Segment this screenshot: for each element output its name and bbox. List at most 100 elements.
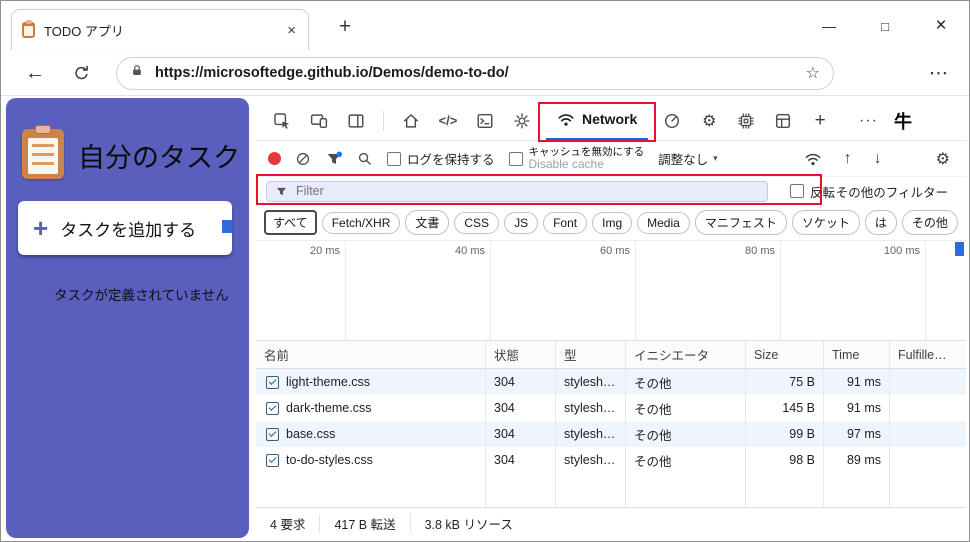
type-cell[interactable]: stylesh… bbox=[556, 369, 626, 395]
filter-toggle-icon[interactable] bbox=[325, 150, 343, 168]
tab-network[interactable]: Network bbox=[546, 101, 649, 141]
titlebar: TODO アプリ × + — □ × bbox=[1, 1, 969, 51]
fulfilled-cell[interactable] bbox=[890, 447, 966, 473]
filter-chip[interactable]: Img bbox=[592, 211, 633, 234]
elements-code-icon[interactable]: </> bbox=[432, 101, 464, 141]
add-task-button[interactable]: + タスクを追加する bbox=[18, 201, 232, 255]
filter-chip[interactable]: その他 bbox=[901, 210, 958, 235]
time-cell[interactable]: 89 ms bbox=[824, 447, 890, 473]
time-cell[interactable]: 97 ms bbox=[824, 421, 890, 447]
initiator-cell[interactable]: その他 bbox=[626, 421, 746, 447]
column-header[interactable]: 名前 bbox=[256, 341, 486, 369]
close-button[interactable]: × bbox=[913, 15, 969, 37]
memory-chip-icon[interactable] bbox=[730, 101, 762, 141]
transferred-size: 417 B 転送 bbox=[319, 513, 409, 533]
tabbar-divider bbox=[383, 110, 384, 131]
filter-chip[interactable]: 文書 bbox=[405, 210, 450, 235]
size-cell[interactable]: 99 B bbox=[746, 421, 824, 447]
filter-chip[interactable]: JS bbox=[504, 211, 539, 234]
status-cell[interactable]: 304 bbox=[486, 447, 556, 473]
network-conditions-icon[interactable] bbox=[804, 151, 822, 167]
time-cell[interactable]: 91 ms bbox=[824, 369, 890, 395]
column-header[interactable]: 型 bbox=[556, 341, 626, 369]
request-name-cell[interactable]: dark-theme.css bbox=[256, 395, 486, 421]
fulfilled-cell[interactable] bbox=[890, 395, 966, 421]
gear-icon[interactable]: ⚙ bbox=[693, 101, 725, 141]
throttling-select[interactable]: 調整なし ▾ bbox=[658, 149, 718, 168]
add-tools-button[interactable]: + bbox=[804, 101, 836, 141]
import-har-icon[interactable]: ↑ bbox=[844, 150, 852, 168]
maximize-button[interactable]: □ bbox=[857, 19, 913, 34]
status-cell[interactable]: 304 bbox=[486, 369, 556, 395]
filter-chip[interactable]: マニフェスト bbox=[694, 210, 787, 235]
sources-sun-icon[interactable] bbox=[506, 101, 538, 141]
request-name-cell[interactable]: base.css bbox=[256, 421, 486, 447]
clear-button[interactable] bbox=[295, 151, 311, 167]
filter-input[interactable] bbox=[296, 184, 759, 198]
type-cell[interactable]: stylesh… bbox=[556, 447, 626, 473]
search-icon[interactable] bbox=[357, 151, 373, 167]
inspect-icon[interactable] bbox=[266, 101, 298, 141]
tab-close-icon[interactable]: × bbox=[285, 22, 298, 39]
browser-tab[interactable]: TODO アプリ × bbox=[11, 9, 309, 50]
record-button[interactable] bbox=[268, 152, 281, 165]
size-cell[interactable]: 145 B bbox=[746, 395, 824, 421]
window-controls: — □ × bbox=[801, 1, 969, 51]
filter-chip[interactable]: Font bbox=[543, 211, 588, 234]
filter-chip[interactable]: Media bbox=[637, 211, 690, 234]
column-header[interactable]: イニシエータ bbox=[626, 341, 746, 369]
initiator-cell[interactable]: その他 bbox=[626, 395, 746, 421]
network-tab-label: Network bbox=[582, 111, 638, 127]
filter-chip[interactable]: は bbox=[864, 210, 897, 235]
lock-icon bbox=[130, 63, 144, 83]
preserve-log-checkbox[interactable] bbox=[387, 151, 401, 166]
browser-menu-button[interactable]: ⋯ bbox=[929, 62, 949, 85]
more-tabs-button[interactable]: ··· bbox=[859, 112, 878, 130]
fulfilled-cell[interactable] bbox=[890, 369, 966, 395]
initiator-cell[interactable]: その他 bbox=[626, 447, 746, 473]
more-filters-button[interactable]: その他のフィルター bbox=[836, 182, 948, 201]
status-cell[interactable]: 304 bbox=[486, 395, 556, 421]
performance-dial-icon[interactable] bbox=[656, 101, 688, 141]
fulfilled-cell[interactable] bbox=[890, 421, 966, 447]
request-name-cell[interactable]: to-do-styles.css bbox=[256, 447, 486, 473]
url-text[interactable]: https://microsoftedge.github.io/Demos/de… bbox=[155, 65, 795, 81]
initiator-cell[interactable]: その他 bbox=[626, 369, 746, 395]
filter-chip[interactable]: ソケット bbox=[791, 210, 860, 235]
time-cell[interactable]: 91 ms bbox=[824, 395, 890, 421]
minimize-button[interactable]: — bbox=[801, 18, 857, 34]
dock-side-icon[interactable] bbox=[340, 101, 372, 141]
disable-cache-checkbox[interactable] bbox=[508, 151, 523, 166]
request-name: dark-theme.css bbox=[286, 401, 372, 415]
devtools-panel: </> Network ⚙ + ··· 牛 ログを保持する キャッシュを無効にす… bbox=[256, 101, 966, 538]
url-bar[interactable]: https://microsoftedge.github.io/Demos/de… bbox=[116, 56, 834, 90]
column-header[interactable]: Time bbox=[824, 341, 890, 369]
size-cell[interactable]: 98 B bbox=[746, 447, 824, 473]
filter-chip[interactable]: すべて bbox=[264, 210, 317, 235]
home-icon[interactable] bbox=[395, 101, 427, 141]
back-button[interactable]: ← bbox=[25, 62, 45, 85]
column-header[interactable]: Size bbox=[746, 341, 824, 369]
type-cell[interactable]: stylesh… bbox=[556, 395, 626, 421]
status-cell[interactable]: 304 bbox=[486, 421, 556, 447]
size-cell[interactable]: 75 B bbox=[746, 369, 824, 395]
type-cell[interactable]: stylesh… bbox=[556, 421, 626, 447]
bookmark-star-icon[interactable]: ☆ bbox=[806, 63, 820, 83]
column-header[interactable]: Fulfille… bbox=[890, 341, 966, 369]
filter-input-wrapper[interactable] bbox=[266, 180, 768, 202]
refresh-button[interactable] bbox=[73, 65, 90, 82]
network-toolbar: ログを保持する キャッシュを無効にする Disable cache 調整なし ▾ bbox=[256, 141, 966, 177]
invert-checkbox[interactable] bbox=[790, 184, 804, 198]
scrollbar-thumb[interactable] bbox=[955, 242, 964, 256]
application-icon[interactable] bbox=[767, 101, 799, 141]
console-icon[interactable] bbox=[469, 101, 501, 141]
settings-gear-icon[interactable]: ⚙ bbox=[936, 149, 950, 169]
column-header[interactable]: 状態 bbox=[486, 341, 556, 369]
new-tab-button[interactable]: + bbox=[331, 15, 359, 39]
device-emulation-icon[interactable] bbox=[303, 101, 335, 141]
filter-chip[interactable]: Fetch/XHR bbox=[321, 211, 401, 234]
export-har-icon[interactable]: ↓ bbox=[874, 150, 882, 168]
request-name-cell[interactable]: light-theme.css bbox=[256, 369, 486, 395]
filter-chip[interactable]: CSS bbox=[454, 211, 500, 234]
timeline[interactable]: 20 ms 40 ms 60 ms 80 ms 100 ms bbox=[256, 241, 966, 341]
